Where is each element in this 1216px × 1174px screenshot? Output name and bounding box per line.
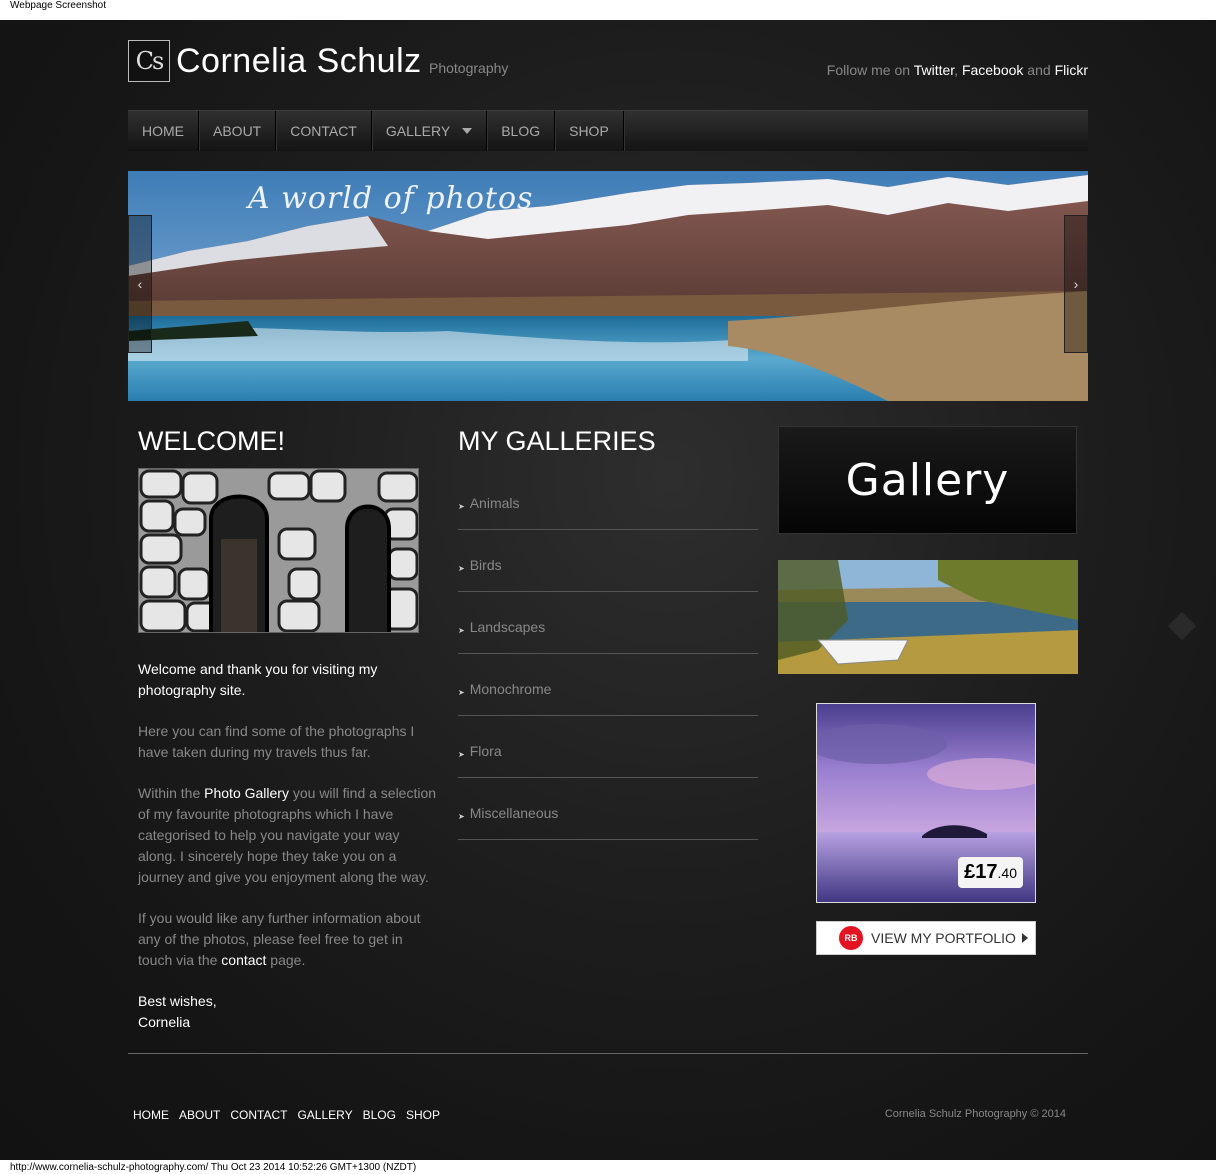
welcome-paragraph: Welcome and thank you for visiting my ph… [138,661,378,698]
contact-link[interactable]: contact [221,952,266,968]
gallery-link-monochrome[interactable]: ➤ Monochrome [458,654,758,716]
twitter-link[interactable]: Twitter [914,62,954,78]
price-main: £17 [964,861,998,883]
nav-gallery[interactable]: GALLERY [372,111,488,151]
welcome-paragraph: If you would like any further informatio… [138,908,438,971]
arrow-right-icon: ➤ [458,626,465,635]
copyright-text: Cornelia Schulz Photography © 2014 [884,1108,1066,1120]
arrow-right-icon: ➤ [458,502,465,511]
footer-nav-about[interactable]: ABOUT [179,1108,220,1122]
arrow-right-icon: ➤ [458,688,465,697]
gallery-label: Animals [469,495,520,511]
welcome-paragraph: Within the Photo Gallery you will find a… [138,783,438,888]
follow-separator: and [1023,62,1055,78]
redbubble-logo-icon: RB [839,926,863,950]
galleries-list: ➤ Animals ➤ Birds ➤ Landscapes ➤ Monochrome … [458,468,758,840]
gallery-link-birds[interactable]: ➤ Birds [458,530,758,592]
gallery-label: Birds [469,557,502,573]
view-portfolio-button[interactable]: RB VIEW MY PORTFOLIO [816,921,1036,955]
slider-next-button[interactable]: › [1064,215,1088,353]
nav-about[interactable]: ABOUT [199,111,277,151]
nav-shop[interactable]: SHOP [555,111,624,151]
logo-monogram: Cs [135,47,165,75]
portfolio-label: VIEW MY PORTFOLIO [871,930,1016,946]
flickr-link[interactable]: Flickr [1055,62,1088,78]
signoff-line: Best wishes, [138,993,217,1009]
gallery-link-miscellaneous[interactable]: ➤ Miscellaneous [458,778,758,840]
main-nav: HOME ABOUT CONTACT GALLERY BLOG SHOP [128,110,1088,151]
slider-prev-button[interactable]: ‹ [128,215,152,353]
price-cents: .40 [997,865,1017,881]
play-arrow-icon [1021,933,1028,943]
arrow-right-icon: ➤ [458,750,465,759]
page: Cs Cornelia Schulz Photography Follow me… [0,20,1216,1160]
site-name[interactable]: Cornelia Schulz [176,42,422,81]
boat-lake-image[interactable] [778,560,1078,674]
footer-divider [128,1053,1088,1054]
screenshot-caption-bottom: http://www.cornelia-schulz-photography.c… [10,1162,417,1173]
gallery-link-landscapes[interactable]: ➤ Landscapes [458,592,758,654]
site-logo[interactable]: Cs [128,40,170,82]
slide-caption: A world of photos [248,181,534,216]
welcome-heading: WELCOME! [138,426,286,456]
feedback-tab-icon[interactable] [1167,611,1197,641]
gallery-label: Monochrome [469,681,552,697]
stone-wall-image [139,469,418,632]
galleries-heading: MY GALLERIES [458,426,656,456]
welcome-text-span: Within the [138,785,205,801]
signoff-name: Cornelia [138,1014,191,1030]
nav-home[interactable]: HOME [128,111,199,151]
welcome-text: Welcome and thank you for visiting my ph… [138,659,438,1053]
photo-gallery-link[interactable]: Photo Gallery [204,785,289,801]
chevron-down-icon [462,128,473,134]
hero-slider: A world of photos ‹ › [128,171,1088,401]
nav-contact[interactable]: CONTACT [276,111,372,151]
footer-nav-contact[interactable]: CONTACT [230,1108,287,1122]
gallery-label: Landscapes [469,619,546,635]
gallery-link-flora[interactable]: ➤ Flora [458,716,758,778]
arrow-right-icon: ➤ [458,812,465,821]
chevron-left-icon: ‹ [137,276,143,292]
screenshot-caption-top: Webpage Screenshot [10,0,106,11]
nav-blog[interactable]: BLOG [487,111,556,151]
welcome-signoff: Best wishes, Cornelia [138,991,438,1033]
gallery-link-animals[interactable]: ➤ Animals [458,468,758,530]
arrow-right-icon: ➤ [458,564,465,573]
footer-nav-home[interactable]: HOME [133,1108,169,1122]
price-tag: £17.40 [958,857,1023,888]
welcome-image [138,468,419,633]
gallery-banner-button[interactable]: Gallery [778,426,1077,534]
footer-nav-shop[interactable]: SHOP [406,1108,440,1122]
gallery-label: Miscellaneous [469,805,559,821]
chevron-right-icon: › [1073,276,1079,292]
welcome-text-span: page. [266,952,306,968]
nav-gallery-label: GALLERY [385,123,451,139]
follow-prefix: Follow me on [826,62,914,78]
follow-separator: , [954,62,962,78]
shop-product-image[interactable]: £17.40 [816,703,1036,903]
welcome-paragraph: Here you can find some of the photograph… [138,723,415,760]
footer-nav-blog[interactable]: BLOG [363,1108,396,1122]
facebook-link[interactable]: Facebook [962,62,1023,78]
footer-nav-gallery[interactable]: GALLERY [297,1108,352,1122]
follow-links: Follow me on Twitter, Facebook and Flick… [827,62,1088,78]
boat-photo [778,560,1078,674]
footer-nav: HOME ABOUT CONTACT GALLERY BLOG SHOP [133,1108,450,1122]
site-tagline: Photography [429,60,509,76]
gallery-label: Flora [469,743,502,759]
